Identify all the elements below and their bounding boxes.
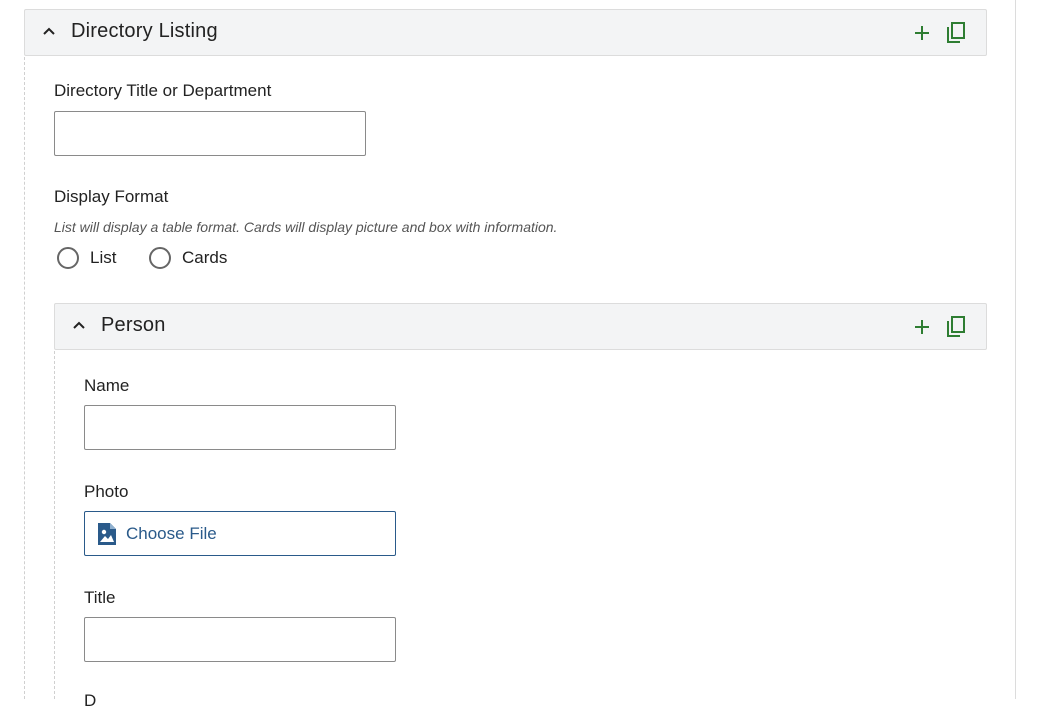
- radio-circle[interactable]: [57, 247, 79, 269]
- radio-cards[interactable]: Cards: [149, 247, 227, 269]
- person-name-input[interactable]: [84, 405, 396, 450]
- person-guide-line: [54, 351, 55, 699]
- person-title-input[interactable]: [84, 617, 396, 662]
- section-title: Person: [101, 314, 166, 336]
- radio-list[interactable]: List: [57, 247, 116, 269]
- directory-title-label: Directory Title or Department: [54, 81, 272, 100]
- radio-circle[interactable]: [149, 247, 171, 269]
- radio-label: Cards: [182, 248, 228, 267]
- display-format-label: Display Format: [54, 187, 169, 206]
- radio-label: List: [90, 248, 117, 267]
- directory-title-input[interactable]: [54, 111, 366, 156]
- plus-icon[interactable]: [909, 20, 935, 46]
- person-header[interactable]: Person: [54, 303, 987, 350]
- chevron-up-icon[interactable]: [71, 317, 87, 333]
- directory-guide-line: [24, 57, 25, 699]
- directory-listing-header[interactable]: Directory Listing: [24, 9, 987, 56]
- image-file-icon: [97, 522, 117, 546]
- choose-file-button[interactable]: Choose File: [84, 511, 396, 556]
- copy-icon[interactable]: [943, 314, 969, 340]
- choose-file-label: Choose File: [126, 523, 217, 543]
- person-name-label: Name: [84, 376, 130, 395]
- next-field-label: D: [84, 691, 97, 710]
- person-title-label: Title: [84, 588, 116, 607]
- section-title: Directory Listing: [71, 20, 218, 42]
- copy-icon[interactable]: [943, 20, 969, 46]
- plus-icon[interactable]: [909, 314, 935, 340]
- panel-right-border: [1015, 0, 1016, 699]
- chevron-up-icon[interactable]: [41, 23, 57, 39]
- person-photo-label: Photo: [84, 482, 129, 501]
- display-format-hint: List will display a table format. Cards …: [54, 219, 558, 235]
